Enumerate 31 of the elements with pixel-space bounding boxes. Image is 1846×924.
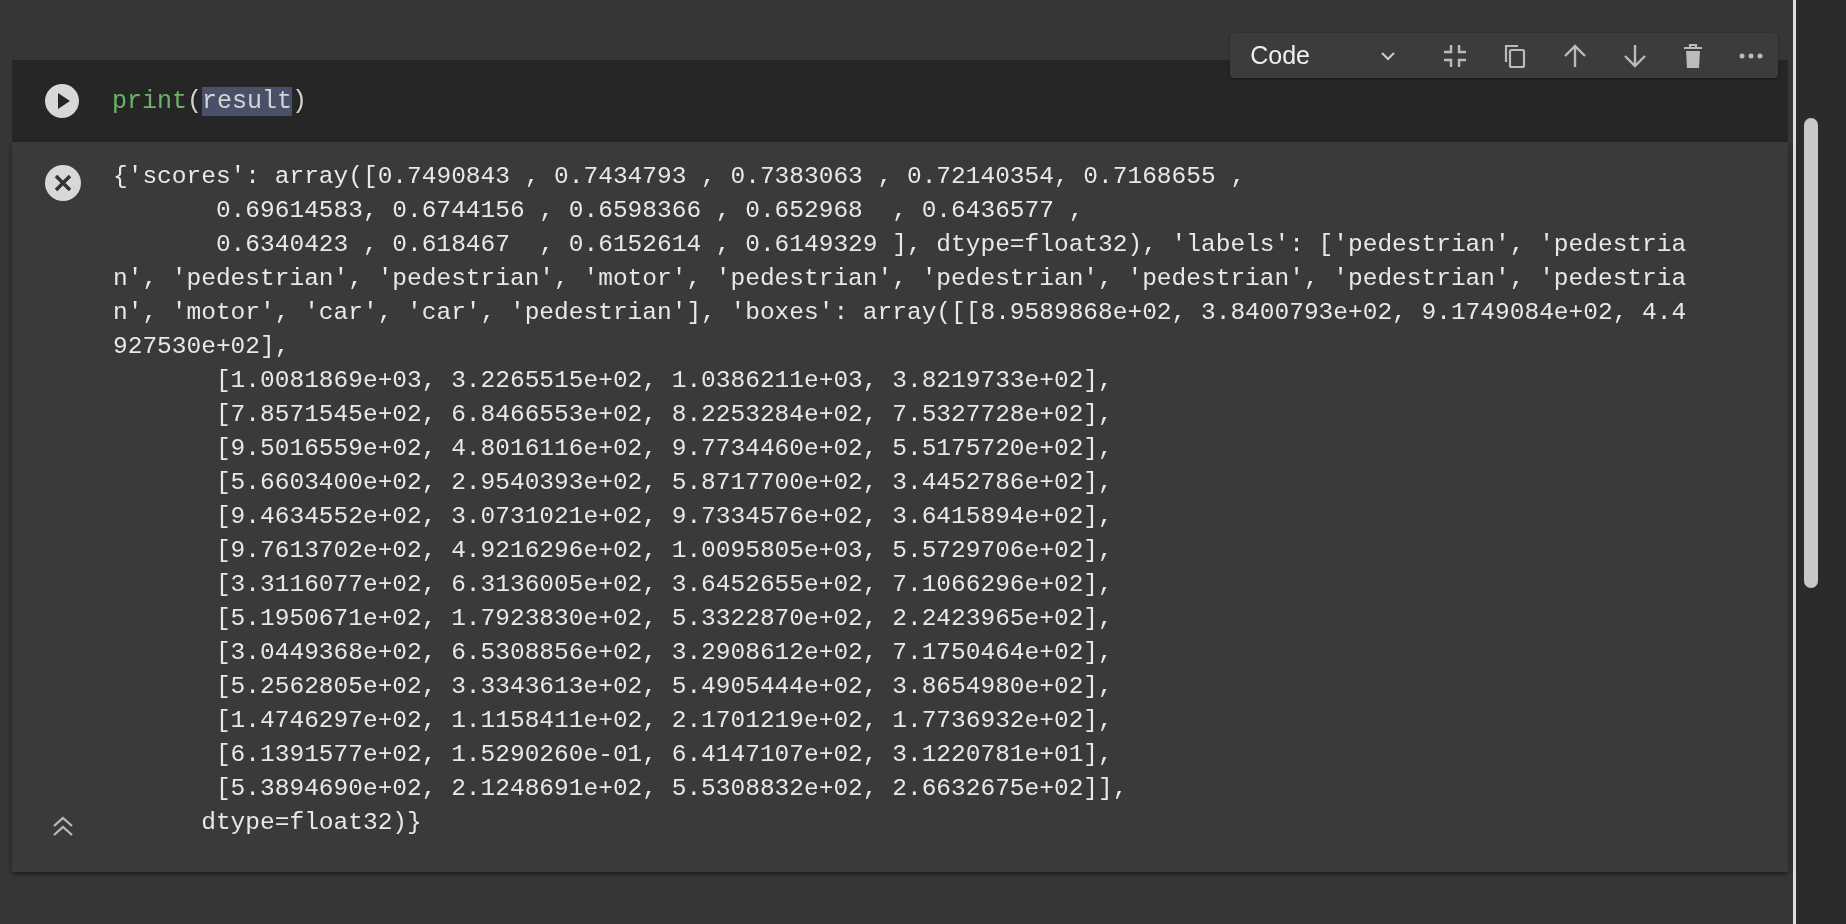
chevron-down-icon <box>1380 50 1396 61</box>
output-line: [5.6603400e+02, 2.9540393e+02, 5.8717700e+02, 3.4452786e+02], <box>214 468 1113 498</box>
output-line: n', 'motor', 'car', 'car', 'pedestrian'], 'boxes': array([[8.9589868e+02, 3.8400793e+02, 9.1749084e+02, 4.4 <box>113 298 1687 328</box>
output-line: [9.7613702e+02, 4.9216296e+02, 1.0095805e+03, 5.5729706e+02], <box>214 536 1113 566</box>
arrow-down-icon[interactable] <box>1622 42 1648 69</box>
output-line: [5.2562805e+02, 3.3343613e+02, 5.4905444e+02, 3.8654980e+02], <box>214 672 1113 702</box>
output-line: [5.1950671e+02, 1.7923830e+02, 5.3322870e+02, 2.2423965e+02], <box>214 604 1113 634</box>
arrow-up-icon[interactable] <box>1562 42 1588 69</box>
output-line: n', 'pedestrian', 'pedestrian', 'motor', 'pedestrian', 'pedestrian', 'pedestrian', 'pedestrian', 'pedestria <box>113 264 1687 294</box>
output-line: [9.5016559e+02, 4.8016116e+02, 9.7734460e+02, 5.5175720e+02], <box>214 434 1113 464</box>
output-line: [3.0449368e+02, 6.5308856e+02, 3.2908612e+02, 7.1750464e+02], <box>214 638 1113 668</box>
clear-output-icon[interactable] <box>43 164 82 202</box>
output-line: [7.8571545e+02, 6.8466553e+02, 8.2253284e+02, 7.5327728e+02], <box>214 400 1113 430</box>
output-line: [6.1391577e+02, 1.5290260e-01, 6.4147107e+02, 3.1220781e+01], <box>214 740 1113 770</box>
trash-icon[interactable] <box>1682 42 1704 69</box>
output-line: 0.6340423 , 0.618467 , 0.6152614 , 0.6149329 ], dtype=float32), 'labels': ['pedestrian', 'pedestria <box>214 230 1687 260</box>
output-line: 0.69614583, 0.6744156 , 0.6598366 , 0.652968 , 0.6436577 , <box>214 196 1084 226</box>
output-line: [1.0081869e+03, 3.2265515e+02, 1.0386211e+03, 3.8219733e+02], <box>214 366 1113 396</box>
output-line: [9.4634552e+02, 3.0731021e+02, 9.7334576e+02, 3.6415894e+02], <box>214 502 1113 532</box>
scrollbar[interactable] <box>1793 0 1846 924</box>
output-line: [5.3894690e+02, 2.1248691e+02, 5.5308832e+02, 2.6632675e+02]], <box>214 774 1128 804</box>
output-line: 927530e+02], <box>113 332 290 362</box>
run-icon[interactable] <box>44 83 80 119</box>
copy-icon[interactable] <box>1502 42 1528 69</box>
output-line: {'scores': array([0.7490843 , 0.7434793 , 0.7383063 , 0.72140354, 0.7168655 , <box>113 162 1246 192</box>
more-icon[interactable] <box>1738 51 1764 60</box>
collapse-icon[interactable] <box>1442 42 1468 69</box>
output-line: dtype=float32)} <box>200 808 422 838</box>
output-line: [1.4746297e+02, 1.1158411e+02, 2.1701219e+02, 1.7736932e+02], <box>214 706 1113 736</box>
code-line: print(result) <box>112 86 308 116</box>
output-line: [3.3116077e+02, 6.3136005e+02, 3.6452655e+02, 7.1066296e+02], <box>214 570 1113 600</box>
